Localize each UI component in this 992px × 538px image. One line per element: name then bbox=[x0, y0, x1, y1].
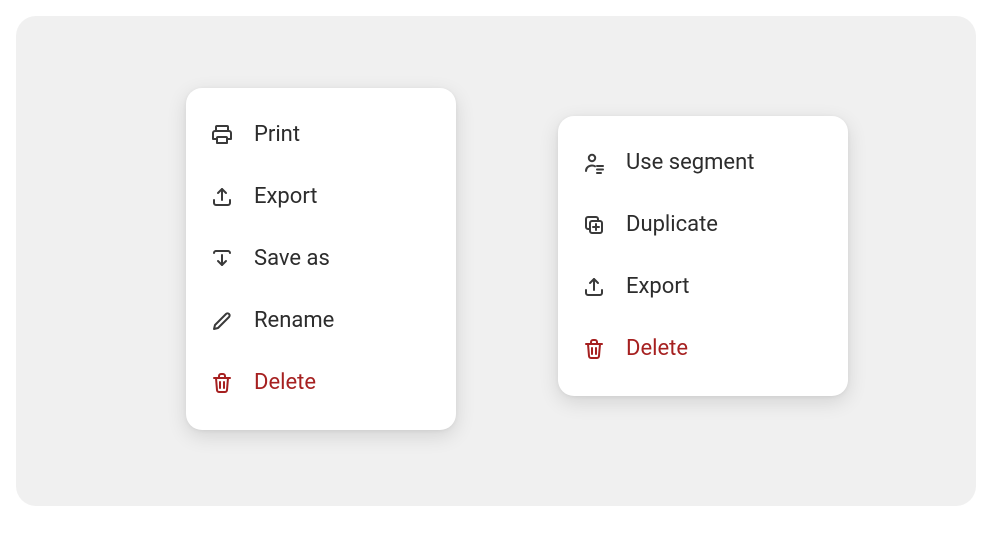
delete-icon bbox=[582, 337, 606, 361]
menu-item-label: Delete bbox=[626, 338, 688, 360]
menu-item-label: Delete bbox=[254, 372, 316, 394]
menu-item-delete[interactable]: Delete bbox=[186, 352, 456, 414]
menu-item-label: Export bbox=[626, 276, 690, 298]
menu-item-label: Use segment bbox=[626, 152, 754, 174]
menu-item-label: Print bbox=[254, 124, 300, 146]
menu-item-export[interactable]: Export bbox=[558, 256, 848, 318]
menu-item-label: Save as bbox=[254, 248, 330, 270]
menu-item-rename[interactable]: Rename bbox=[186, 290, 456, 352]
menu-item-duplicate[interactable]: Duplicate bbox=[558, 194, 848, 256]
menu-item-label: Duplicate bbox=[626, 214, 718, 236]
menu-item-delete[interactable]: Delete bbox=[558, 318, 848, 380]
menu-item-save-as[interactable]: Save as bbox=[186, 228, 456, 290]
context-menu-b: Use segment Duplicate Exp bbox=[558, 116, 848, 396]
menu-item-print[interactable]: Print bbox=[186, 104, 456, 166]
rename-icon bbox=[210, 309, 234, 333]
save-as-icon bbox=[210, 247, 234, 271]
context-menu-a: Print Export S bbox=[186, 88, 456, 430]
delete-icon bbox=[210, 371, 234, 395]
export-icon bbox=[210, 185, 234, 209]
export-icon bbox=[582, 275, 606, 299]
canvas: Print Export S bbox=[16, 16, 976, 506]
duplicate-icon bbox=[582, 213, 606, 237]
menu-item-label: Rename bbox=[254, 310, 334, 332]
print-icon bbox=[210, 123, 234, 147]
use-segment-icon bbox=[582, 151, 606, 175]
menu-item-export[interactable]: Export bbox=[186, 166, 456, 228]
menu-item-label: Export bbox=[254, 186, 318, 208]
menu-item-use-segment[interactable]: Use segment bbox=[558, 132, 848, 194]
